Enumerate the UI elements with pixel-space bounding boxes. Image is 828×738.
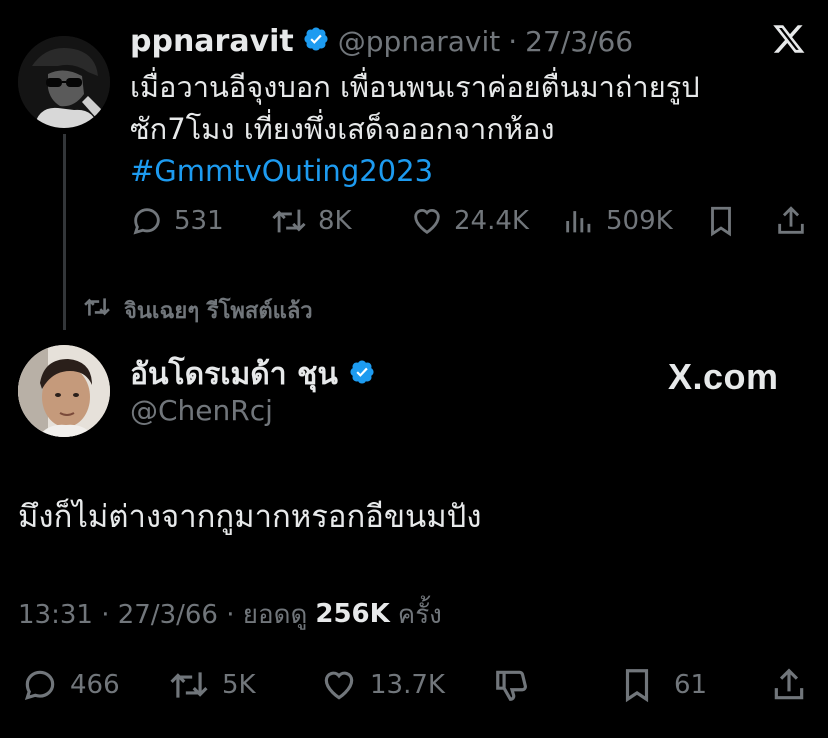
views-suffix: ครั้ง [397,599,442,630]
tweet-text: มึงก็ไม่ต่างจากกูมากหรอกอีขนมปัง [18,499,482,535]
views-bold-count: 256K [315,599,390,629]
x-logo-icon[interactable] [772,22,806,56]
separator-dot: · [508,24,518,58]
quoted-author-name[interactable]: ppnaravit [130,24,294,59]
tweet-timestamp[interactable]: 13:31 · 27/3/66 · ยอดดู [18,594,307,635]
watermark-text: X.com [668,356,779,397]
reply-icon [130,204,164,238]
repost-button[interactable]: 5K [166,666,256,704]
repost-count: 8K [318,206,352,236]
share-button[interactable] [774,204,808,242]
xcom-watermark: X.com [668,356,779,398]
bookmark-count: 61 [674,670,708,700]
quoted-author-handle[interactable]: @ppnaravit [338,25,500,58]
tweet-meta: 13:31 · 27/3/66 · ยอดดู 256K ครั้ง [18,596,442,632]
reply-icon [20,666,60,704]
bookmark-icon [618,666,656,704]
quoted-tweet-text: เมื่อวานอีจุงบอก เพื่อนพนเราค่อยตื่นมาถ่… [130,68,810,190]
repost-icon [166,666,212,704]
repost-count: 5K [222,670,256,700]
views-icon [562,204,596,238]
bookmark-icon [704,206,738,242]
avatar-ppnaravit[interactable] [18,36,110,128]
author-name[interactable]: อันโดรเมด้า ชุน [130,351,338,398]
share-icon [774,206,808,242]
repost-button[interactable]: 8K [270,204,352,238]
hashtag-link[interactable]: #GmmtvOuting2023 [130,152,810,190]
dislike-button[interactable] [492,666,532,708]
reply-count: 531 [174,206,224,236]
like-icon [318,666,360,704]
bookmark-button[interactable]: 61 [618,666,707,704]
repost-label: จินเฉยๆ รีโพสต์แล้ว [124,298,313,324]
like-count: 24.4K [454,206,529,236]
reply-count: 466 [70,670,120,700]
reply-button[interactable]: 531 [130,204,224,238]
views-count: 509K [606,206,673,236]
like-button[interactable]: 24.4K [410,204,529,238]
like-button[interactable]: 13.7K [318,666,445,704]
like-count: 13.7K [370,670,445,700]
quoted-tweet-date[interactable]: 27/3/66 [525,25,633,58]
verified-badge-icon [302,25,330,57]
avatar-chenrcj[interactable] [18,345,110,437]
dislike-icon [492,670,532,708]
repost-indicator[interactable]: จินเฉยๆ รีโพสต์แล้ว [82,294,313,326]
bookmark-button[interactable] [704,204,738,242]
share-button[interactable] [770,666,808,708]
share-icon [770,668,808,708]
views-button[interactable]: 509K [562,204,673,238]
reply-button[interactable]: 466 [20,666,120,704]
repost-small-icon [82,294,112,326]
repost-icon [270,204,308,238]
verified-badge-icon [348,358,376,390]
author-handle[interactable]: @ChenRcj [130,394,273,427]
thread-connector-line [63,134,66,330]
quoted-text-line-1: เมื่อวานอีจุงบอก เพื่อนพนเราค่อยตื่นมาถ่… [130,70,700,104]
quoted-text-line-2: ซัก7โมง เที่ยงพึ่งเสด็จออกจากห้อง [130,112,555,146]
like-icon [410,204,444,238]
